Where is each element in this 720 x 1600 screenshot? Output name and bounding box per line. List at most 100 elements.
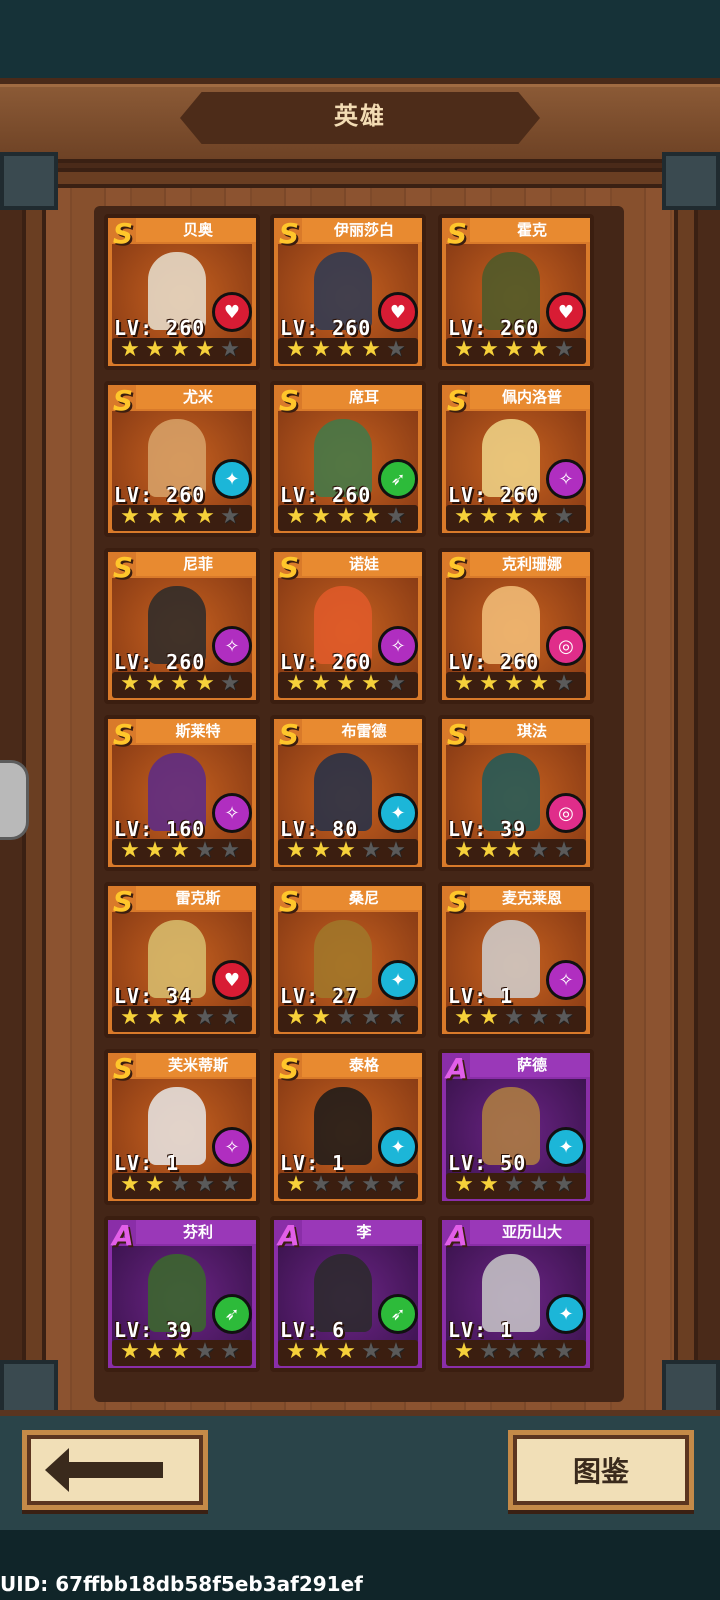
rank-badge: S (278, 551, 300, 584)
target-icon: ◎ (546, 793, 586, 833)
rank-badge: A (278, 1219, 300, 1252)
star-icon: ★ (336, 671, 356, 696)
hero-name: 尤米 (136, 385, 256, 409)
star-icon: ★ (195, 504, 215, 529)
star-icon: ★ (361, 337, 381, 362)
star-rating: ★ ★ ★ ★ ★ (284, 1340, 408, 1364)
hero-card[interactable]: 席耳 S LV: 260 ➶ ★ ★ ★ ★ ★ (270, 381, 426, 537)
hero-card[interactable]: 伊丽莎白 S LV: 260 ♥ ★ ★ ★ ★ ★ (270, 214, 426, 370)
hero-name: 贝奥 (136, 218, 256, 242)
rank-badge: S (278, 718, 300, 751)
hero-name: 席耳 (302, 385, 422, 409)
star-icon: ★ (336, 838, 356, 863)
atlas-button[interactable]: 图鉴 (508, 1430, 694, 1510)
hero-card[interactable]: 佩内洛普 S LV: 260 ✧ ★ ★ ★ ★ ★ (438, 381, 594, 537)
rank-badge: S (112, 384, 134, 417)
star-rating: ★ ★ ★ ★ ★ (452, 338, 576, 362)
wand-icon: ✧ (212, 1127, 252, 1167)
star-icon: ★ (386, 1005, 406, 1030)
star-icon: ★ (386, 337, 406, 362)
star-icon: ★ (286, 1005, 306, 1030)
star-rating: ★ ★ ★ ★ ★ (118, 338, 242, 362)
star-icon: ★ (479, 838, 499, 863)
star-icon: ★ (454, 504, 474, 529)
staff-icon: ✦ (546, 1294, 586, 1334)
star-icon: ★ (454, 337, 474, 362)
hero-card[interactable]: 芬利 A LV: 39 ➶ ★ ★ ★ ★ ★ (104, 1216, 260, 1372)
side-decoration (0, 760, 29, 840)
wand-icon: ✧ (212, 793, 252, 833)
rank-badge: S (446, 718, 468, 751)
star-icon: ★ (120, 1339, 140, 1364)
hero-card[interactable]: 克利珊娜 S LV: 260 ◎ ★ ★ ★ ★ ★ (438, 548, 594, 704)
back-arrow-icon (45, 1448, 163, 1492)
star-icon: ★ (220, 1172, 240, 1197)
star-icon: ★ (195, 1339, 215, 1364)
star-icon: ★ (170, 838, 190, 863)
hero-card[interactable]: 琪法 S LV: 39 ◎ ★ ★ ★ ★ ★ (438, 715, 594, 871)
hero-card[interactable]: 李 A LV: 6 ➶ ★ ★ ★ ★ ★ (270, 1216, 426, 1372)
star-icon: ★ (554, 1172, 574, 1197)
star-icon: ★ (220, 1339, 240, 1364)
hero-card[interactable]: 斯莱特 S LV: 160 ✧ ★ ★ ★ ★ ★ (104, 715, 260, 871)
star-rating: ★ ★ ★ ★ ★ (284, 338, 408, 362)
hero-card[interactable]: 雷克斯 S LV: 34 ♥ ★ ★ ★ ★ ★ (104, 882, 260, 1038)
hero-name: 亚历山大 (470, 1220, 590, 1244)
star-rating: ★ ★ ★ ★ ★ (118, 1340, 242, 1364)
star-icon: ★ (311, 504, 331, 529)
hero-name: 霍克 (470, 218, 590, 242)
hero-card[interactable]: 桑尼 S LV: 27 ✦ ★ ★ ★ ★ ★ (270, 882, 426, 1038)
rank-badge: S (112, 885, 134, 918)
rank-badge: S (446, 551, 468, 584)
star-icon: ★ (195, 838, 215, 863)
hero-card[interactable]: 诺娃 S LV: 260 ✧ ★ ★ ★ ★ ★ (270, 548, 426, 704)
star-icon: ★ (336, 1005, 356, 1030)
hero-name: 诺娃 (302, 552, 422, 576)
star-icon: ★ (145, 504, 165, 529)
hero-card[interactable]: 尼菲 S LV: 260 ✧ ★ ★ ★ ★ ★ (104, 548, 260, 704)
top-strip (0, 0, 720, 84)
star-icon: ★ (361, 504, 381, 529)
hero-card[interactable]: 贝奥 S LV: 260 ♥ ★ ★ ★ ★ ★ (104, 214, 260, 370)
hero-card[interactable]: 芙米蒂斯 S LV: 1 ✧ ★ ★ ★ ★ ★ (104, 1049, 260, 1205)
star-icon: ★ (120, 671, 140, 696)
star-rating: ★ ★ ★ ★ ★ (118, 1006, 242, 1030)
staff-icon: ✦ (378, 793, 418, 833)
star-icon: ★ (145, 337, 165, 362)
hero-name: 芬利 (136, 1220, 256, 1244)
hero-card[interactable]: 泰格 S LV: 1 ✦ ★ ★ ★ ★ ★ (270, 1049, 426, 1205)
star-icon: ★ (286, 671, 306, 696)
star-icon: ★ (554, 504, 574, 529)
star-icon: ★ (286, 1339, 306, 1364)
hero-card[interactable]: 尤米 S LV: 260 ✦ ★ ★ ★ ★ ★ (104, 381, 260, 537)
star-icon: ★ (504, 1172, 524, 1197)
wand-icon: ✧ (546, 459, 586, 499)
hero-card[interactable]: 布雷德 S LV: 80 ✦ ★ ★ ★ ★ ★ (270, 715, 426, 871)
star-icon: ★ (361, 838, 381, 863)
star-rating: ★ ★ ★ ★ ★ (118, 1173, 242, 1197)
rank-badge: S (446, 217, 468, 250)
back-button[interactable] (22, 1430, 208, 1510)
star-icon: ★ (504, 1005, 524, 1030)
star-rating: ★ ★ ★ ★ ★ (452, 839, 576, 863)
rank-badge: A (446, 1219, 468, 1252)
hero-card[interactable]: 萨德 A LV: 50 ✦ ★ ★ ★ ★ ★ (438, 1049, 594, 1205)
hero-card[interactable]: 麦克莱恩 S LV: 1 ✧ ★ ★ ★ ★ ★ (438, 882, 594, 1038)
hero-card[interactable]: 霍克 S LV: 260 ♥ ★ ★ ★ ★ ★ (438, 214, 594, 370)
star-icon: ★ (529, 671, 549, 696)
star-rating: ★ ★ ★ ★ ★ (284, 839, 408, 863)
star-icon: ★ (336, 504, 356, 529)
hero-card[interactable]: 亚历山大 A LV: 1 ✦ ★ ★ ★ ★ ★ (438, 1216, 594, 1372)
star-rating: ★ ★ ★ ★ ★ (284, 505, 408, 529)
star-icon: ★ (554, 1339, 574, 1364)
hero-name: 李 (302, 1220, 422, 1244)
rank-badge: S (112, 1052, 134, 1085)
rank-badge: S (278, 384, 300, 417)
star-icon: ★ (361, 1005, 381, 1030)
star-rating: ★ ★ ★ ★ ★ (452, 1340, 576, 1364)
star-icon: ★ (120, 504, 140, 529)
star-icon: ★ (479, 1339, 499, 1364)
star-icon: ★ (554, 1005, 574, 1030)
hero-name: 斯莱特 (136, 719, 256, 743)
star-icon: ★ (529, 838, 549, 863)
